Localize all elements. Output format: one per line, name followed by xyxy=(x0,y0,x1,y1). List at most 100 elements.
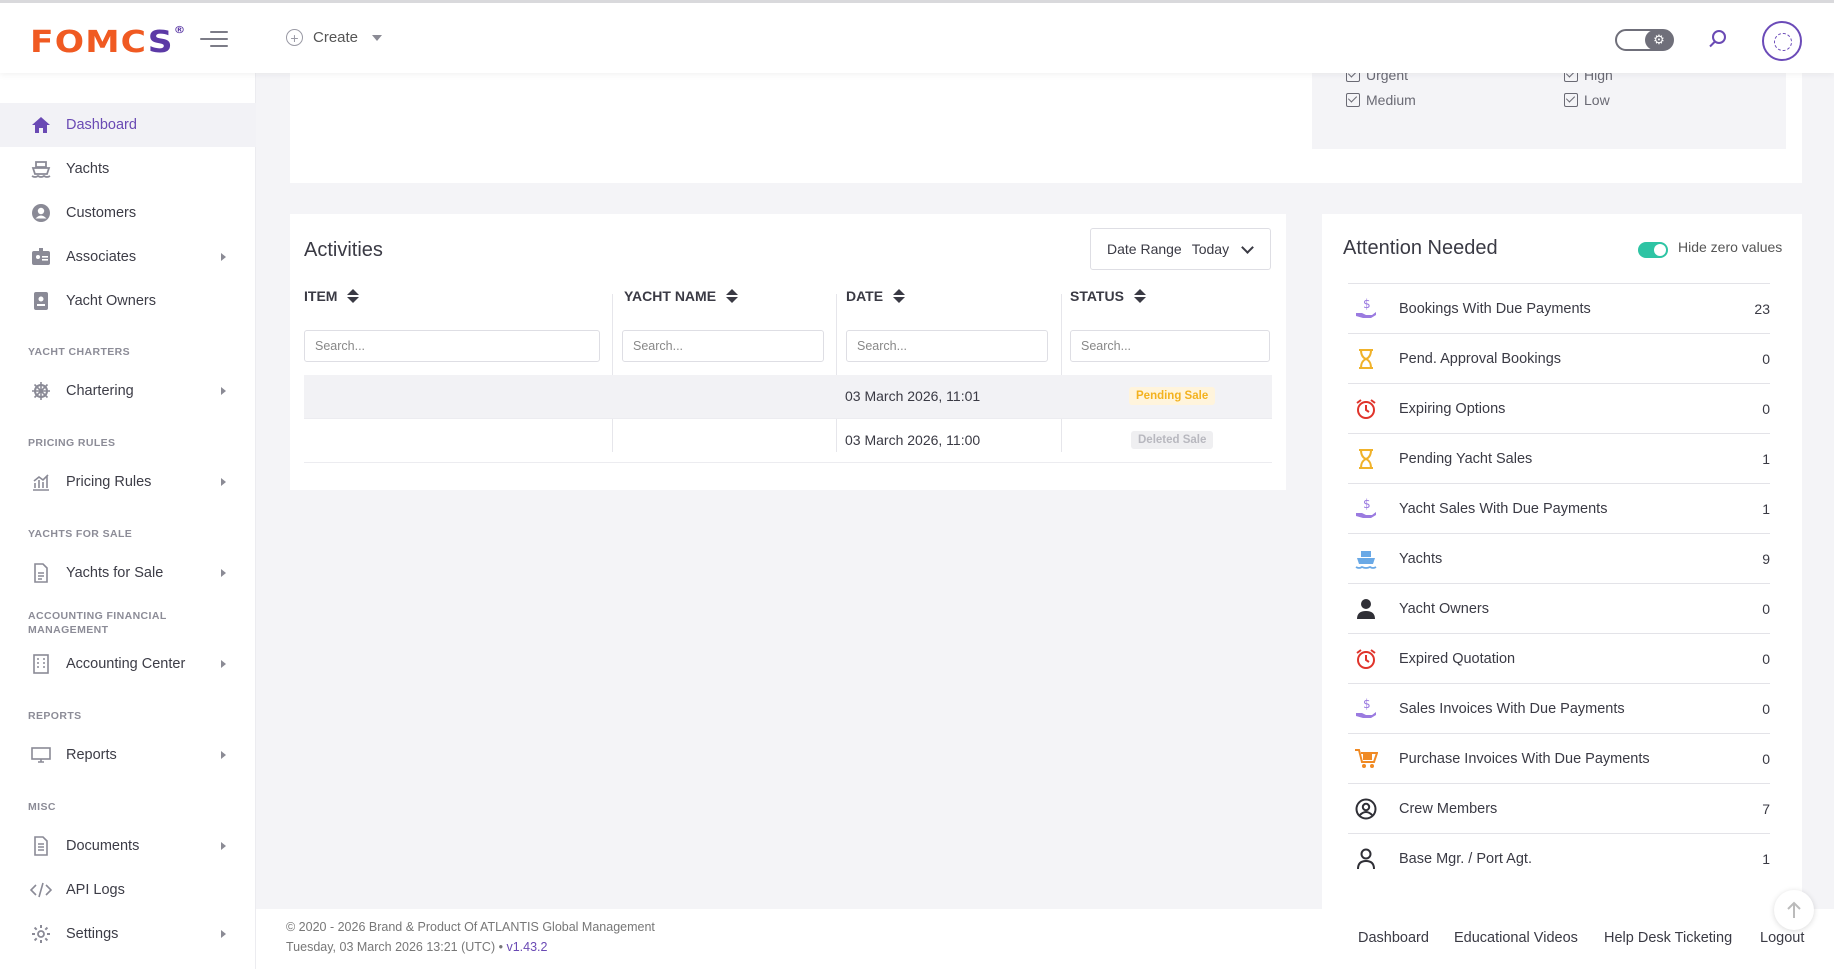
gear-icon: ⚙ xyxy=(1645,30,1673,50)
brand-logo[interactable]: FOMCS® xyxy=(30,25,186,60)
row-date: 03 March 2026, 11:01 xyxy=(845,388,981,404)
count: 9 xyxy=(1762,550,1770,567)
table-row[interactable]: 03 March 2026, 11:00 Deleted Sale xyxy=(304,419,1272,463)
hide-zero-toggle[interactable] xyxy=(1638,242,1668,258)
chevron-right-icon xyxy=(221,930,226,938)
status-search-input[interactable] xyxy=(1070,330,1270,362)
document-icon xyxy=(30,562,52,584)
chart-icon xyxy=(30,471,52,493)
svg-text:$: $ xyxy=(1363,497,1371,511)
id-card-icon xyxy=(30,246,52,268)
attention-row-yacht-sales-due[interactable]: $ Yacht Sales With Due Payments 1 xyxy=(1348,483,1770,533)
sidebar-item-label: Associates xyxy=(66,249,137,265)
sidebar-item-label: Chartering xyxy=(66,383,134,399)
sidebar-item-api-logs[interactable]: API Logs xyxy=(0,868,256,912)
attention-row-bookings-due[interactable]: $ Bookings With Due Payments 23 xyxy=(1348,283,1770,333)
copyright-text: © 2020 - 2026 Brand & Product Of ATLANTI… xyxy=(286,920,655,934)
sidebar-item-reports[interactable]: Reports xyxy=(0,733,256,777)
monitor-icon xyxy=(30,744,52,766)
sidebar-item-dashboard[interactable]: Dashboard xyxy=(0,103,256,147)
footer-link-help-desk[interactable]: Help Desk Ticketing xyxy=(1604,930,1732,946)
date-range-dropdown[interactable]: Date Range Today xyxy=(1090,228,1271,270)
section-heading-misc: Misc xyxy=(28,801,56,813)
sidebar-item-settings[interactable]: Settings xyxy=(0,912,256,956)
count: 7 xyxy=(1762,800,1770,817)
hand-dollar-icon: $ xyxy=(1354,497,1378,521)
attention-row-sales-invoices-due[interactable]: $ Sales Invoices With Due Payments 0 xyxy=(1348,683,1770,733)
svg-text:$: $ xyxy=(1363,697,1371,711)
section-heading-pricing-rules: Pricing Rules xyxy=(28,437,116,449)
activities-card: Activities Date Range Today ITEM YACHT N… xyxy=(290,214,1286,490)
sidebar-item-label: Dashboard xyxy=(66,117,137,133)
sidebar-item-yachts-for-sale[interactable]: Yachts for Sale xyxy=(0,551,256,595)
create-dropdown[interactable]: + Create xyxy=(286,29,383,46)
checkbox[interactable] xyxy=(1346,93,1360,107)
sidebar-item-pricing-rules[interactable]: Pricing Rules xyxy=(0,460,256,504)
hide-zero-label: Hide zero values xyxy=(1678,239,1783,255)
scroll-to-top-button[interactable] xyxy=(1774,890,1814,930)
sidebar-item-accounting-center[interactable]: Accounting Center xyxy=(0,642,256,686)
attention-row-expiring-options[interactable]: Expiring Options 0 xyxy=(1348,383,1770,433)
user-avatar[interactable] xyxy=(1762,21,1802,61)
column-header-item[interactable]: ITEM xyxy=(304,288,360,304)
sidebar-item-associates[interactable]: Associates xyxy=(0,235,256,279)
sidebar-item-customers[interactable]: Customers xyxy=(0,191,256,235)
hourglass-icon xyxy=(1354,447,1378,471)
attention-row-crew-members[interactable]: Crew Members 7 xyxy=(1348,783,1770,833)
attention-row-base-manager[interactable]: Base Mgr. / Port Agt. 1 xyxy=(1348,833,1770,883)
sidebar: Dashboard Yachts Customers Associates Ya… xyxy=(0,73,256,969)
attention-title: Attention Needed xyxy=(1343,237,1498,259)
count: 0 xyxy=(1762,400,1770,417)
table-row[interactable]: 03 March 2026, 11:01 Pending Sale xyxy=(304,375,1272,419)
section-heading-yacht-charters: Yacht Charters xyxy=(28,346,131,358)
sort-icon xyxy=(1133,289,1146,303)
attention-row-yacht-owners[interactable]: Yacht Owners 0 xyxy=(1348,583,1770,633)
row-date: 03 March 2026, 11:00 xyxy=(845,432,981,448)
attention-row-pending-yacht-sales[interactable]: Pending Yacht Sales 1 xyxy=(1348,433,1770,483)
sidebar-item-label: Yacht Owners xyxy=(66,293,156,309)
priority-medium[interactable]: Medium xyxy=(1346,92,1416,108)
user-circle-icon xyxy=(1354,797,1378,821)
sidebar-item-label: API Logs xyxy=(66,882,125,898)
attention-row-yachts[interactable]: Yachts 9 xyxy=(1348,533,1770,583)
yacht-name-search-input[interactable] xyxy=(622,330,824,362)
status-badge: Deleted Sale xyxy=(1131,431,1214,449)
chevron-right-icon xyxy=(221,660,226,668)
date-search-input[interactable] xyxy=(846,330,1048,362)
user-circle-icon xyxy=(30,202,52,224)
footer-link-logout[interactable]: Logout xyxy=(1760,930,1804,946)
count: 0 xyxy=(1762,350,1770,367)
priority-filter: Urgent High Medium Low xyxy=(1312,67,1786,149)
column-header-yacht-name[interactable]: YACHT NAME xyxy=(624,288,739,304)
search-icon[interactable] xyxy=(1708,29,1728,52)
create-label: Create xyxy=(313,29,359,46)
column-header-date[interactable]: DATE xyxy=(846,288,906,304)
sidebar-item-label: Reports xyxy=(66,747,117,763)
footer-link-dashboard[interactable]: Dashboard xyxy=(1358,930,1429,946)
column-header-status[interactable]: STATUS xyxy=(1070,288,1146,304)
item-search-input[interactable] xyxy=(304,330,600,362)
footer-link-educational-videos[interactable]: Educational Videos xyxy=(1454,930,1578,946)
sort-icon xyxy=(893,289,906,303)
count: 0 xyxy=(1762,700,1770,717)
priority-low[interactable]: Low xyxy=(1564,92,1610,108)
count: 0 xyxy=(1762,600,1770,617)
sidebar-item-yachts[interactable]: Yachts xyxy=(0,147,256,191)
attention-row-purchase-invoices-due[interactable]: Purchase Invoices With Due Payments 0 xyxy=(1348,733,1770,783)
sidebar-item-chartering[interactable]: Chartering xyxy=(0,369,256,413)
gear-icon xyxy=(30,923,52,945)
top-header: FOMCS® + Create ⚙ xyxy=(0,0,1834,73)
hourglass-icon xyxy=(1354,347,1378,371)
count: 0 xyxy=(1762,750,1770,767)
attention-row-pending-approval[interactable]: Pend. Approval Bookings 0 xyxy=(1348,333,1770,383)
count: 1 xyxy=(1762,450,1770,467)
sidebar-item-yacht-owners[interactable]: Yacht Owners xyxy=(0,279,256,323)
checkbox[interactable] xyxy=(1564,93,1578,107)
building-icon xyxy=(30,653,52,675)
sidebar-item-documents[interactable]: Documents xyxy=(0,824,256,868)
date-range-value: Today xyxy=(1191,241,1230,257)
attention-row-expired-quotation[interactable]: Expired Quotation 0 xyxy=(1348,633,1770,683)
menu-toggle-icon[interactable] xyxy=(200,31,228,51)
version-link[interactable]: v1.43.2 xyxy=(506,940,547,954)
theme-toggle[interactable]: ⚙ xyxy=(1615,29,1674,51)
